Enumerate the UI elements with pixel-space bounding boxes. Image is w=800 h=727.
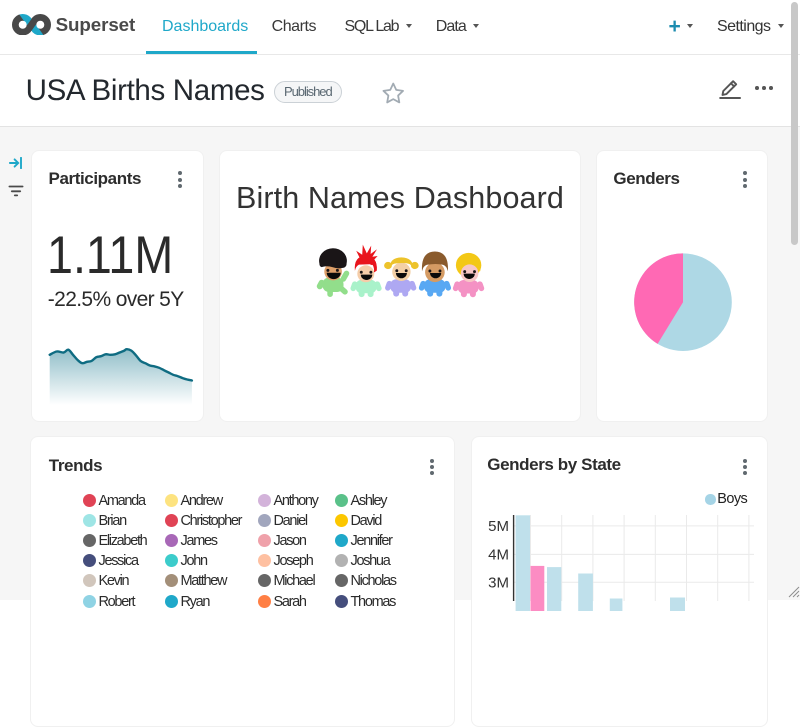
- svg-text:3M: 3M: [488, 574, 509, 591]
- svg-text:5M: 5M: [488, 518, 509, 535]
- svg-text:4M: 4M: [488, 546, 509, 563]
